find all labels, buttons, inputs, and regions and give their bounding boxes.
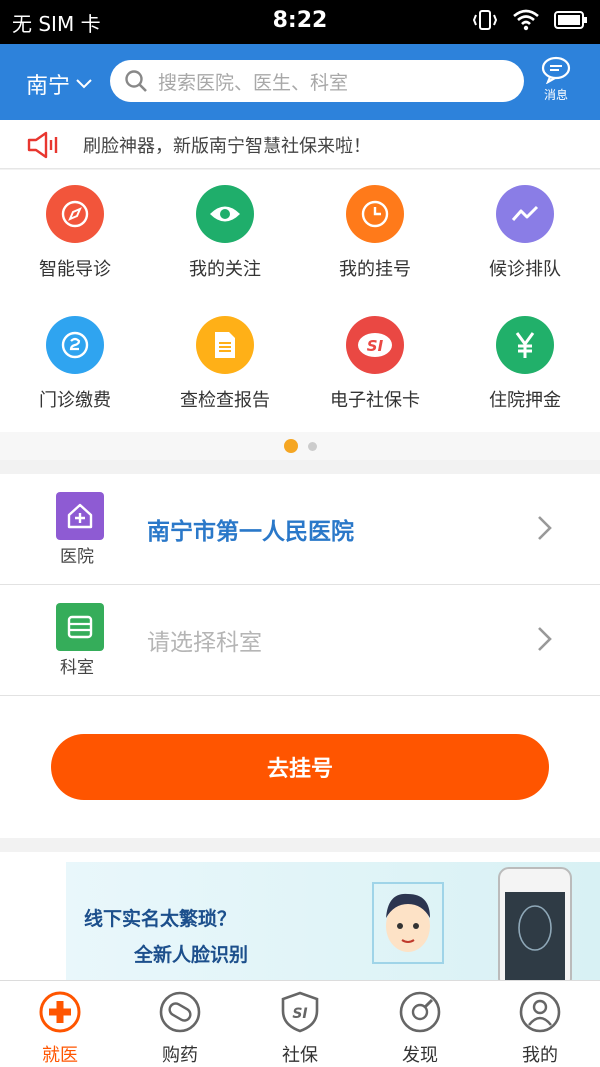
notice-bar[interactable]: 刷脸神器，新版南宁智慧社保来啦！ bbox=[0, 120, 600, 169]
tab-pharmacy[interactable]: 购药 bbox=[120, 991, 240, 1067]
grid-label: 候诊排队 bbox=[489, 259, 561, 280]
clock-icon bbox=[346, 185, 404, 243]
tab-label: 社保 bbox=[282, 1045, 318, 1066]
grid-label: 智能导诊 bbox=[39, 259, 111, 280]
chat-bubble-icon bbox=[541, 56, 571, 84]
bottom-tab-bar: 就医 购药 SI 社保 发现 我的 bbox=[0, 980, 600, 1067]
page-dot bbox=[307, 441, 317, 451]
hospital-icon bbox=[56, 492, 104, 540]
hospital-label: 医院 bbox=[60, 547, 94, 567]
register-section: 去挂号 bbox=[0, 696, 600, 838]
grid-item-queue[interactable]: 候诊排队 bbox=[450, 185, 600, 281]
compass-icon bbox=[46, 185, 104, 243]
chevron-right-icon bbox=[538, 627, 552, 651]
department-icon bbox=[56, 603, 104, 651]
svg-text:SI: SI bbox=[367, 337, 384, 355]
grid-label: 查检查报告 bbox=[180, 390, 270, 411]
battery-icon bbox=[554, 11, 587, 29]
wifi-icon bbox=[513, 9, 539, 31]
grid-item-outpatient-payment[interactable]: 门诊缴费 bbox=[0, 316, 150, 412]
vibrate-icon bbox=[472, 10, 498, 30]
tab-label: 购药 bbox=[162, 1045, 198, 1066]
grid-label: 我的挂号 bbox=[339, 259, 411, 280]
search-placeholder: 搜索医院、医生、科室 bbox=[158, 71, 349, 94]
hospital-selector[interactable]: 医院 南宁市第一人民医院 bbox=[0, 474, 600, 584]
banner-subline: 全新人脸识别 bbox=[134, 944, 249, 966]
status-bar: 无 SIM 卡 8:22 bbox=[0, 0, 600, 44]
phone-illustration bbox=[498, 867, 572, 980]
grid-label: 门诊缴费 bbox=[39, 390, 111, 411]
trend-icon bbox=[496, 185, 554, 243]
medical-cross-icon bbox=[39, 991, 81, 1033]
chevron-down-icon bbox=[76, 79, 92, 89]
tab-label: 就医 bbox=[42, 1045, 78, 1066]
search-input[interactable]: 搜索医院、医生、科室 bbox=[110, 60, 524, 102]
department-value: 请选择科室 bbox=[147, 630, 262, 656]
tab-discover[interactable]: 发现 bbox=[360, 991, 480, 1067]
yuan-icon bbox=[496, 316, 554, 374]
grid-item-e-social-card[interactable]: SI 电子社保卡 bbox=[300, 316, 450, 412]
grid-label: 住院押金 bbox=[489, 390, 561, 411]
grid-item-my-registration[interactable]: 我的挂号 bbox=[300, 185, 450, 281]
speaker-icon bbox=[27, 131, 58, 159]
feature-grid: 智能导诊 我的关注 我的挂号 候诊排队 门诊缴费 查检查报告 SI 电子社保卡 … bbox=[0, 170, 600, 432]
page-indicator bbox=[0, 432, 600, 460]
grid-item-my-follow[interactable]: 我的关注 bbox=[150, 185, 300, 281]
pill-icon bbox=[159, 991, 201, 1033]
page-dot-active bbox=[283, 439, 298, 453]
message-label: 消息 bbox=[543, 88, 568, 102]
banner-headline: 线下实名太繁琐？ bbox=[84, 908, 237, 930]
grid-item-check-report[interactable]: 查检查报告 bbox=[150, 316, 300, 412]
shield-si-icon: SI bbox=[281, 991, 319, 1033]
notice-text: 刷脸神器，新版南宁智慧社保来啦！ bbox=[83, 136, 371, 157]
city-selector[interactable]: 南宁 bbox=[26, 68, 92, 100]
app-root: 无 SIM 卡 8:22 南宁 搜索医院、医生、科室 消息 刷脸神器，新版南宁智… bbox=[0, 0, 600, 1067]
face-scan-illustration bbox=[372, 882, 444, 964]
city-label: 南宁 bbox=[26, 74, 71, 99]
coin-icon bbox=[46, 316, 104, 374]
eye-icon bbox=[196, 185, 254, 243]
discover-compass-icon bbox=[399, 991, 441, 1033]
top-header: 南宁 搜索医院、医生、科室 消息 bbox=[0, 44, 600, 120]
tab-medical[interactable]: 就医 bbox=[0, 991, 120, 1067]
user-icon bbox=[519, 991, 561, 1033]
grid-label: 电子社保卡 bbox=[330, 390, 420, 411]
department-selector[interactable]: 科室 请选择科室 bbox=[0, 585, 600, 695]
hospital-value: 南宁市第一人民医院 bbox=[147, 519, 354, 545]
chevron-right-icon bbox=[538, 516, 552, 540]
status-icons bbox=[472, 8, 588, 32]
search-icon bbox=[125, 70, 147, 92]
tab-social-security[interactable]: SI 社保 bbox=[240, 991, 360, 1067]
grid-label: 我的关注 bbox=[189, 259, 261, 280]
report-icon bbox=[196, 316, 254, 374]
si-card-icon: SI bbox=[346, 316, 404, 374]
department-label: 科室 bbox=[60, 658, 94, 678]
tab-label: 我的 bbox=[522, 1045, 558, 1066]
tab-mine[interactable]: 我的 bbox=[480, 991, 600, 1067]
tab-label: 发现 bbox=[402, 1045, 438, 1066]
register-button[interactable]: 去挂号 bbox=[51, 734, 549, 800]
promo-banner[interactable]: 线下实名太繁琐？ 全新人脸识别 bbox=[0, 852, 600, 980]
svg-text:SI: SI bbox=[292, 1006, 307, 1022]
message-button[interactable]: 消息 bbox=[530, 56, 582, 103]
grid-item-deposit[interactable]: 住院押金 bbox=[450, 316, 600, 412]
grid-item-smart-triage[interactable]: 智能导诊 bbox=[0, 185, 150, 281]
